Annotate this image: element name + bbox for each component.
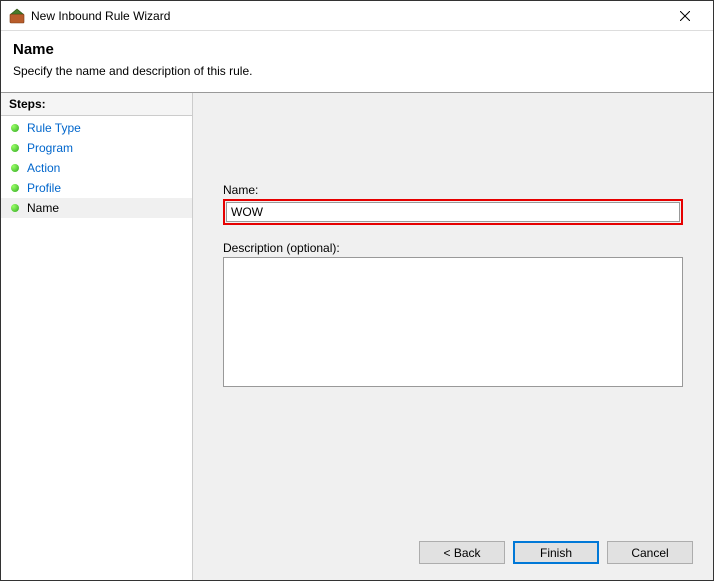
step-label: Profile <box>27 181 61 195</box>
bullet-icon <box>11 184 19 192</box>
bullet-icon <box>11 144 19 152</box>
step-action[interactable]: Action <box>1 158 192 178</box>
close-icon <box>680 11 690 21</box>
step-label: Action <box>27 161 60 175</box>
name-input[interactable] <box>226 202 680 222</box>
button-row: < Back Finish Cancel <box>419 541 693 564</box>
body: Steps: Rule Type Program Action Profile <box>1 92 713 580</box>
page-subtitle: Specify the name and description of this… <box>13 64 701 78</box>
header-section: Name Specify the name and description of… <box>1 31 713 92</box>
steps-sidebar: Steps: Rule Type Program Action Profile <box>1 93 193 580</box>
window-title: New Inbound Rule Wizard <box>31 9 665 23</box>
bullet-icon <box>11 124 19 132</box>
description-label: Description (optional): <box>223 241 683 255</box>
app-icon <box>9 8 25 24</box>
main-panel: Name: Description (optional): < Back Fin… <box>193 93 713 580</box>
steps-list: Rule Type Program Action Profile Name <box>1 116 192 220</box>
bullet-icon <box>11 164 19 172</box>
name-label: Name: <box>223 183 683 197</box>
back-button[interactable]: < Back <box>419 541 505 564</box>
step-rule-type[interactable]: Rule Type <box>1 118 192 138</box>
step-program[interactable]: Program <box>1 138 192 158</box>
cancel-button[interactable]: Cancel <box>607 541 693 564</box>
step-label: Name <box>27 201 59 215</box>
step-label: Rule Type <box>27 121 81 135</box>
close-button[interactable] <box>665 2 705 30</box>
bullet-icon <box>11 204 19 212</box>
step-name[interactable]: Name <box>1 198 192 218</box>
steps-header: Steps: <box>1 93 192 116</box>
finish-button[interactable]: Finish <box>513 541 599 564</box>
description-input[interactable] <box>223 257 683 387</box>
page-title: Name <box>13 41 701 58</box>
step-label: Program <box>27 141 73 155</box>
titlebar: New Inbound Rule Wizard <box>1 1 713 31</box>
name-input-highlight <box>223 199 683 225</box>
wizard-window: New Inbound Rule Wizard Name Specify the… <box>0 0 714 581</box>
step-profile[interactable]: Profile <box>1 178 192 198</box>
